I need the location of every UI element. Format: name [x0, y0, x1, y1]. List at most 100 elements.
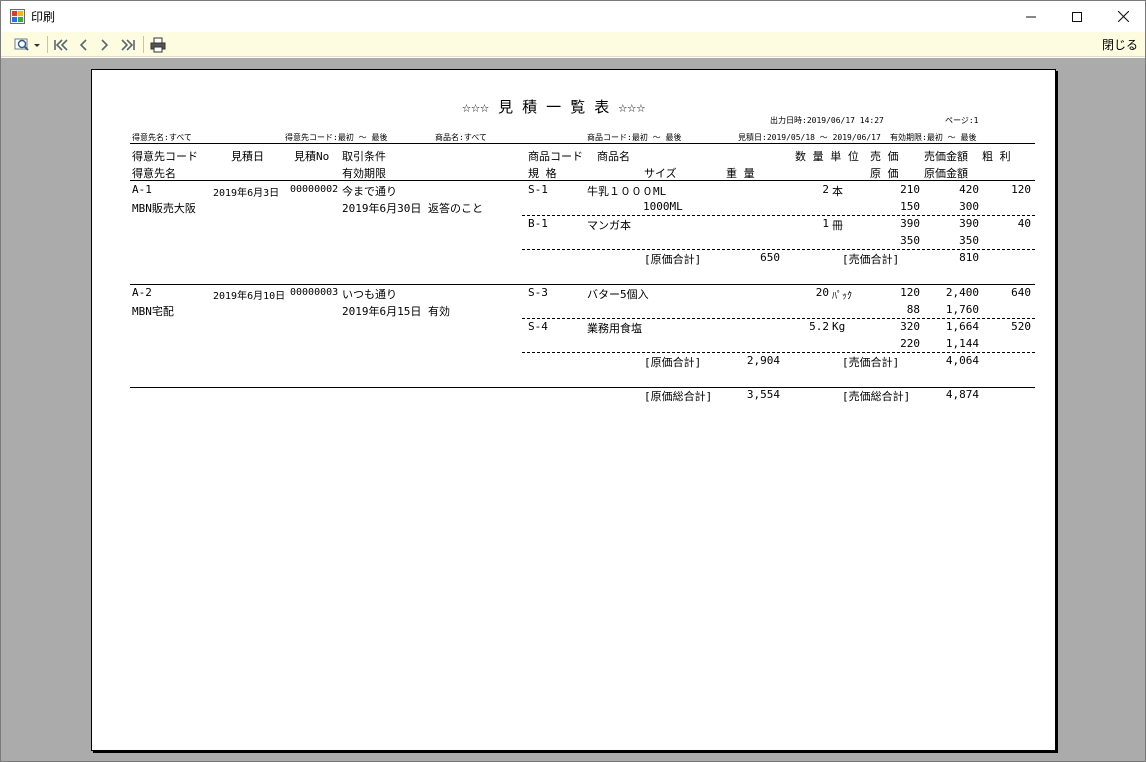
filter-product-code: 商品コード:最初 ～ 最後: [587, 133, 682, 142]
print-preview-window: 印刷 閉じる ☆☆☆ 見 積 一 覧 表 ☆☆☆ 出力日時:2019/06/17…: [0, 0, 1146, 762]
sale-total-label: [売価合計]: [842, 356, 900, 369]
item-cost-amount: 1,144: [945, 337, 979, 350]
subtotal-separator: [522, 249, 1035, 250]
estimate-no: 00000003: [290, 287, 339, 298]
maximize-button[interactable]: [1054, 1, 1100, 32]
item-cost-price: 150: [900, 200, 920, 213]
item-code: S-1: [528, 183, 548, 196]
col-customer-code: 得意先コード: [132, 150, 198, 163]
preview-area[interactable]: ☆☆☆ 見 積 一 覧 表 ☆☆☆ 出力日時:2019/06/17 14:27 …: [1, 58, 1145, 761]
item-sale-amount: 420: [959, 183, 979, 196]
grand-sale-total: 4,874: [945, 388, 979, 401]
close-preview-button[interactable]: 閉じる: [1102, 36, 1138, 53]
item-sale-amount: 2,400: [945, 286, 979, 299]
col-cost-price: 原 価: [870, 167, 899, 180]
preview-toolbar: 閉じる: [1, 32, 1145, 57]
estimate-terms: 今まで通り: [342, 185, 397, 198]
estimate-note: 有効: [428, 305, 450, 318]
col-cost-amount: 原価金額: [924, 167, 968, 180]
estimate-terms: いつも通り: [342, 288, 397, 301]
item-name: バター5個入: [587, 288, 649, 301]
estimate-valid-until: 2019年6月30日: [342, 202, 422, 215]
item-code: S-3: [528, 286, 548, 299]
page-number: ページ:1: [945, 116, 979, 125]
item-profit: 40: [1017, 217, 1031, 230]
next-page-button[interactable]: [97, 35, 113, 54]
item-cost-amount: 300: [959, 200, 979, 213]
item-code: B-1: [528, 217, 548, 230]
col-sale-price: 売 価: [870, 150, 899, 163]
col-weight: 重 量: [726, 167, 755, 180]
col-customer-name: 得意先名: [132, 167, 176, 180]
cost-total-value: 650: [760, 251, 780, 264]
zoom-icon: [14, 38, 40, 51]
print-preview-app-icon: [10, 9, 25, 24]
item-separator: [522, 318, 1035, 319]
window-title: 印刷: [31, 10, 56, 24]
report-title: ☆☆☆ 見 積 一 覧 表 ☆☆☆: [462, 98, 646, 116]
minimize-icon: [1026, 16, 1036, 17]
col-gross-profit: 粗 利: [982, 150, 1011, 163]
filter-product-name: 商品名:すべて: [435, 133, 487, 142]
estimate-valid-until: 2019年6月15日: [342, 305, 422, 318]
col-estimate-no: 見積No: [294, 150, 330, 163]
item-sale-amount: 390: [959, 217, 979, 230]
item-cost-amount: 1,760: [945, 303, 979, 316]
item-size: 1000ML: [643, 200, 683, 213]
item-name: 業務用食塩: [587, 322, 642, 335]
chevron-right-icon: [101, 38, 109, 51]
item-cost-price: 88: [906, 303, 920, 316]
item-qty: 2: [822, 183, 829, 196]
item-profit: 520: [1011, 320, 1031, 333]
item-cost-price: 350: [900, 234, 920, 247]
item-cost-price: 220: [900, 337, 920, 350]
zoom-dropdown-button[interactable]: [13, 35, 43, 54]
last-page-button[interactable]: [119, 35, 137, 54]
estimate-customer-name: MBN販売大阪: [132, 202, 196, 215]
print-button[interactable]: [149, 35, 167, 54]
printer-icon: [150, 37, 166, 52]
filter-estimate-date: 見積日:2019/05/18 ～ 2019/06/17: [738, 133, 881, 142]
item-unit: 冊: [832, 219, 843, 232]
maximize-icon: [1072, 11, 1082, 22]
grand-cost-total: 3,554: [746, 388, 780, 401]
first-page-button[interactable]: [52, 35, 70, 54]
col-size: サイズ: [644, 167, 677, 180]
filter-customer-code: 得意先コード:最初 ～ 最後: [285, 133, 388, 142]
item-sale-price: 390: [900, 217, 920, 230]
chevron-left-icon: [79, 38, 87, 51]
filter-valid-until: 有効期限:最初 ～ 最後: [890, 133, 977, 142]
item-code: S-4: [528, 320, 548, 333]
toolbar-separator: [143, 36, 144, 53]
header-rule-bottom: [130, 180, 1035, 181]
item-unit: Kg: [832, 320, 846, 333]
item-qty: 5.2: [809, 320, 829, 333]
estimate-customer-code: A-1: [132, 183, 152, 196]
col-spec: 規 格: [528, 167, 557, 180]
col-sale-amount: 売価金額: [924, 150, 968, 163]
item-sale-amount: 1,664: [945, 320, 979, 333]
first-page-icon: [54, 38, 68, 51]
last-page-icon: [121, 38, 135, 51]
item-unit: 本: [832, 185, 843, 198]
col-terms: 取引条件: [342, 150, 386, 163]
estimate-no: 00000002: [290, 184, 339, 195]
item-qty: 1: [822, 217, 829, 230]
grand-sale-label: [売価総合計]: [842, 390, 911, 403]
close-icon: [1117, 11, 1129, 22]
item-sale-price: 320: [900, 320, 920, 333]
item-unit: ﾊﾟｯｸ: [832, 291, 852, 302]
previous-page-button[interactable]: [75, 35, 91, 54]
grand-cost-label: [原価総合計]: [644, 390, 713, 403]
col-qty-unit: 数 量 単 位: [795, 150, 859, 163]
cost-total-label: [原価合計]: [644, 253, 702, 266]
minimize-button[interactable]: [1008, 1, 1054, 32]
col-product-name: 商品名: [597, 150, 630, 163]
col-estimate-date: 見積日: [231, 150, 264, 163]
report-page: ☆☆☆ 見 積 一 覧 表 ☆☆☆ 出力日時:2019/06/17 14:27 …: [91, 69, 1056, 751]
item-separator: [522, 215, 1035, 216]
estimate-separator: [130, 284, 1035, 285]
toolbar-separator: [47, 36, 48, 53]
close-window-button[interactable]: [1100, 1, 1145, 32]
item-profit: 640: [1011, 286, 1031, 299]
